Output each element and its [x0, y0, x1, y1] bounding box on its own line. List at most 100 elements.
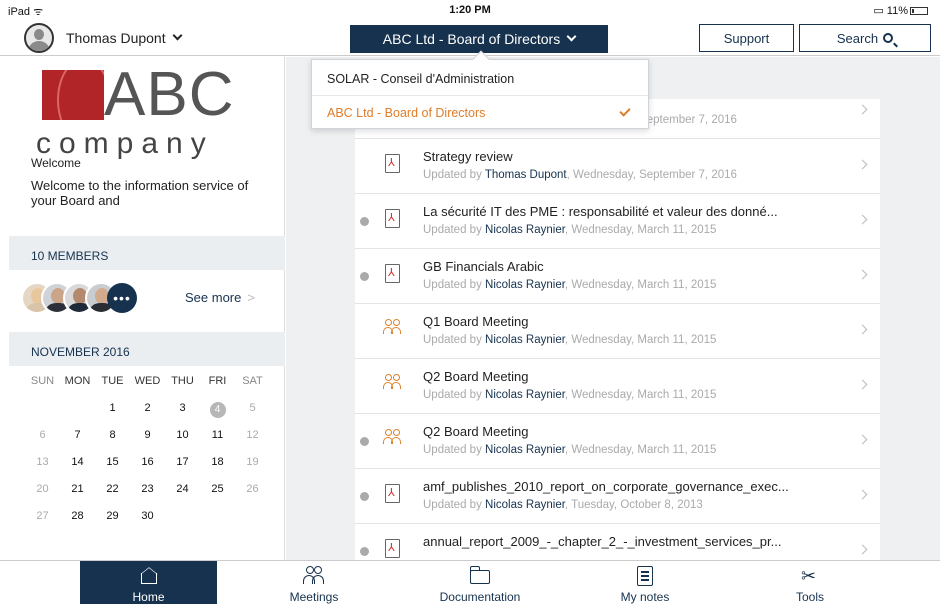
calendar-day[interactable]: 7: [60, 429, 95, 441]
tab-home[interactable]: Home: [80, 561, 217, 604]
document-title: Q2 Board Meeting: [423, 369, 529, 384]
calendar-day[interactable]: 27: [25, 510, 60, 522]
document-author[interactable]: Thomas Dupont: [485, 169, 567, 181]
document-row[interactable]: GB Financials Arabic Updated by Nicolas R…: [355, 249, 880, 304]
weekday-label: FRI: [208, 375, 227, 387]
calendar-day[interactable]: 6: [25, 429, 60, 441]
board-option-selected[interactable]: ABC Ltd - Board of Directors: [312, 96, 648, 130]
document-row[interactable]: La sécurité IT des PME : responsabilité …: [355, 194, 880, 249]
calendar-day[interactable]: 13: [25, 456, 60, 468]
battery-icon: [910, 7, 928, 16]
document-row[interactable]: Strategy review Updated by Thomas Dupont,…: [355, 139, 880, 194]
logo-text: ABC: [104, 60, 235, 129]
checkmark-icon: [619, 105, 631, 117]
tab-tools[interactable]: ✂ Tools: [740, 561, 880, 604]
calendar-day[interactable]: 18: [200, 456, 235, 468]
tab-meetings[interactable]: Meetings: [244, 561, 384, 604]
logo-mark: [42, 70, 104, 120]
document-row[interactable]: Q2 Board Meeting Updated by Nicolas Rayni…: [355, 414, 880, 469]
calendar-day[interactable]: 19: [235, 456, 270, 468]
calendar-day[interactable]: 28: [60, 510, 95, 522]
welcome-text: Welcome to the information service of yo…: [31, 178, 249, 208]
user-menu[interactable]: Thomas Dupont: [24, 23, 183, 53]
calendar-day[interactable]: 14: [60, 456, 95, 468]
search-button[interactable]: Search: [799, 24, 931, 52]
calendar-day[interactable]: 15: [95, 456, 130, 468]
board-dropdown: SOLAR - Conseil d'Administration ABC Ltd…: [311, 50, 649, 130]
calendar-grid: 1 2 3 4 5 6 7 8 9 10 11 12 13 14 15 16 17 18 19 20 21 22 23 24 2…: [25, 402, 271, 537]
calendar-day[interactable]: 2: [130, 402, 165, 414]
more-members-button[interactable]: •••: [107, 283, 137, 313]
document-row[interactable]: Q1 Board Meeting Updated by Nicolas Rayni…: [355, 304, 880, 359]
unread-indicator: [360, 272, 369, 281]
calendar-day[interactable]: 16: [130, 456, 165, 468]
calendar-day[interactable]: 26: [235, 483, 270, 495]
chevron-right-icon: [857, 544, 868, 555]
document-title: Q1 Board Meeting: [423, 314, 529, 329]
calendar-day[interactable]: 11: [200, 429, 235, 441]
document-row[interactable]: Q2 Board Meeting Updated by Nicolas Rayni…: [355, 359, 880, 414]
see-more-link[interactable]: See more >: [185, 290, 255, 305]
weekday-label: SUN: [30, 375, 55, 387]
pdf-icon: [383, 539, 403, 560]
document-author[interactable]: Nicolas Raynier: [485, 499, 565, 511]
calendar-day[interactable]: 20: [25, 483, 60, 495]
document-date: Tuesday, October 8, 2013: [571, 499, 703, 511]
calendar-day[interactable]: 30: [130, 510, 165, 522]
document-meta: Updated by Nicolas Raynier, Wednesday, M…: [423, 224, 717, 236]
pdf-icon: [383, 209, 403, 231]
calendar-day[interactable]: 21: [60, 483, 95, 495]
updated-by-prefix: Updated by: [423, 499, 486, 511]
tab-my-notes[interactable]: My notes: [575, 561, 715, 604]
calendar-day[interactable]: 8: [95, 429, 130, 441]
unread-indicator: [360, 437, 369, 446]
document-row[interactable]: annual_report_2009_-_chapter_2_-_investm…: [355, 524, 880, 560]
chevron-down-icon: [566, 31, 577, 41]
document-title: La sécurité IT des PME : responsabilité …: [423, 204, 778, 219]
updated-by-prefix: Updated by: [423, 169, 485, 181]
chevron-right-icon: [857, 489, 868, 500]
chevron-right-icon: [857, 434, 868, 445]
board-selector[interactable]: ABC Ltd - Board of Directors: [350, 25, 608, 53]
document-row[interactable]: amf_publishes_2010_report_on_corporate_g…: [355, 469, 880, 524]
calendar-day[interactable]: 9: [130, 429, 165, 441]
calendar-day[interactable]: 23: [130, 483, 165, 495]
document-author[interactable]: Nicolas Raynier: [485, 279, 565, 291]
members-row[interactable]: ••• See more >: [21, 282, 285, 316]
pdf-icon: [383, 264, 403, 286]
unread-indicator: [360, 217, 369, 226]
tab-label: Home: [132, 590, 165, 604]
document-title: annual_report_2009_-_chapter_2_-_investm…: [423, 534, 782, 549]
pdf-icon: [383, 154, 403, 176]
calendar-day[interactable]: 5: [235, 402, 270, 414]
tab-documentation[interactable]: Documentation: [410, 561, 550, 604]
chevron-right-icon: [857, 214, 868, 225]
support-button[interactable]: Support: [699, 24, 794, 52]
document-title: GB Financials Arabic: [423, 259, 544, 274]
calendar-day[interactable]: 17: [165, 456, 200, 468]
calendar-day[interactable]: 10: [165, 429, 200, 441]
sidebar: ABC company Welcome Welcome to the infor…: [9, 57, 285, 560]
board-option[interactable]: SOLAR - Conseil d'Administration: [312, 62, 648, 96]
company-logo: ABC company: [36, 60, 262, 165]
document-author[interactable]: Nicolas Raynier: [485, 444, 565, 456]
calendar-day[interactable]: 12: [235, 429, 270, 441]
calendar-day[interactable]: 3: [165, 402, 200, 414]
clock: 1:20 PM: [449, 4, 491, 16]
calendar-day[interactable]: 29: [95, 510, 130, 522]
updated-by-prefix: Updated by: [423, 389, 486, 401]
document-meta: Updated by Thomas Dupont, Wednesday, Sep…: [423, 169, 737, 181]
updated-by-prefix: Updated by: [423, 334, 486, 346]
calendar-day[interactable]: 25: [200, 483, 235, 495]
calendar-day[interactable]: 4: [200, 402, 235, 418]
main-content: Updated by Thomas Dupont, Wednesday, Sep…: [286, 57, 940, 560]
calendar-day[interactable]: 1: [95, 402, 130, 414]
calendar-day[interactable]: 22: [95, 483, 130, 495]
app-header: Thomas Dupont ABC Ltd - Board of Directo…: [0, 20, 940, 56]
document-author[interactable]: Nicolas Raynier: [485, 389, 565, 401]
document-author[interactable]: Nicolas Raynier: [485, 334, 565, 346]
chevron-right-icon: [857, 269, 868, 280]
weekday-label: TUE: [101, 375, 124, 387]
calendar-day[interactable]: 24: [165, 483, 200, 495]
document-author[interactable]: Nicolas Raynier: [485, 224, 565, 236]
